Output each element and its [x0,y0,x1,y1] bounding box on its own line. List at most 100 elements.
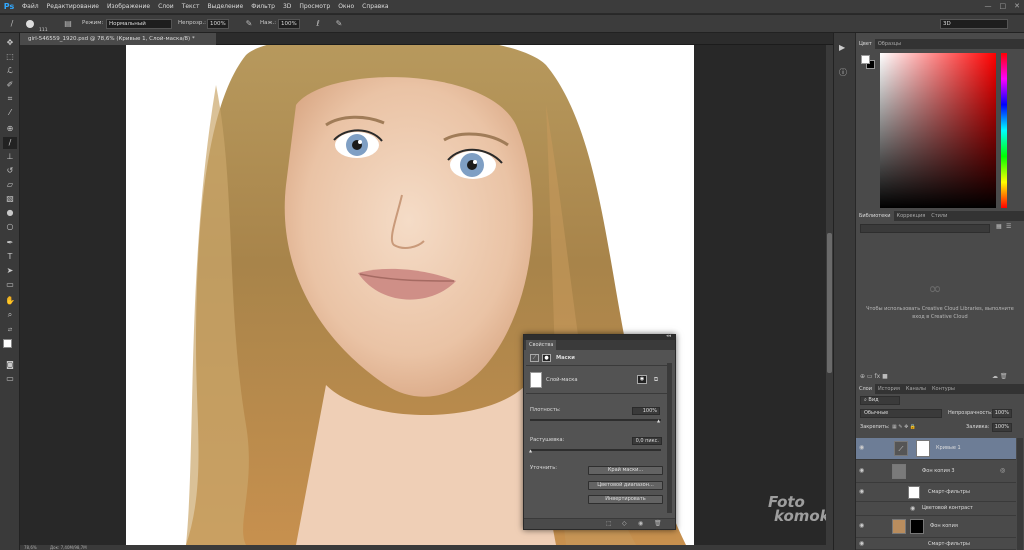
workspace-select[interactable]: 3D [940,19,1008,29]
menu-view[interactable]: Просмотр [295,0,334,14]
properties-scrollbar[interactable] [667,363,672,513]
mask-icon[interactable]: ● [542,354,551,362]
move-tool-icon[interactable]: ✥ [3,37,17,49]
invert-button[interactable]: Инвертировать [588,495,663,504]
vertical-scroll-thumb[interactable] [827,233,832,373]
document-tab[interactable]: girl-546559_1920.psd @ 78,6% (Кривые 1, … [20,33,216,45]
load-selection-icon[interactable]: ⬚ [606,520,612,527]
grid-view-icon[interactable]: ▦ [996,223,1002,230]
layer-background-copy[interactable]: ◉ Фон копия [856,516,1016,538]
menu-3d[interactable]: 3D [279,0,295,14]
quick-mask-icon[interactable]: ◙ [3,359,17,371]
visibility-icon[interactable]: ◉ [638,520,643,527]
layer-mask-thumb-2[interactable] [910,519,924,534]
minimize-icon[interactable]: — [985,2,992,10]
canvas-area[interactable]: ◂◂ Свойства ⟋ ● Маски Слой-маска ◉ ⧉ Пло… [20,45,826,545]
screen-mode-icon[interactable]: ▭ [3,373,17,385]
maximize-icon[interactable]: □ [1000,2,1007,10]
menu-filter[interactable]: Фильтр [247,0,279,14]
quick-select-tool-icon[interactable]: ✐ [3,79,17,91]
library-select[interactable] [860,224,990,233]
density-slider[interactable] [530,419,661,421]
tab-history[interactable]: История [875,384,903,394]
zoom-tool-icon[interactable]: ⌕ [3,309,17,321]
healing-tool-icon[interactable]: ⊕ [3,123,17,135]
foreground-color-swatch[interactable] [3,339,12,348]
fg-color-swatch[interactable] [861,55,870,64]
tab-adjustments[interactable]: Коррекция [894,211,929,221]
eye-icon[interactable]: ◉ [859,540,864,547]
filter-mask-thumb[interactable] [908,486,920,499]
vector-mask-icon[interactable]: ⧉ [651,375,661,384]
tab-channels[interactable]: Каналы [903,384,929,394]
path-select-tool-icon[interactable]: ➤ [3,265,17,277]
info-panel-icon[interactable]: ⓘ [839,67,847,78]
eyedropper-tool-icon[interactable]: ⁄ [3,107,17,119]
eye-icon[interactable]: ◉ [859,444,864,451]
switch-colors-icon[interactable]: ⇄ [3,324,17,336]
density-field[interactable]: 100% [632,407,660,415]
feather-slider-handle[interactable]: ▲ [529,448,532,453]
eye-icon[interactable]: ◉ [859,467,864,474]
brush-panel-icon[interactable]: ▤ [62,19,74,29]
opacity-field[interactable]: 100% [207,19,229,29]
collapse-icon[interactable]: ◂◂ [666,333,671,339]
menu-window[interactable]: Окно [334,0,358,14]
tab-layers[interactable]: Слои [856,384,875,394]
tab-properties[interactable]: Свойства [526,340,557,350]
hand-tool-icon[interactable]: ✋ [3,295,17,307]
color-field[interactable] [880,53,996,208]
mode-select[interactable]: Нормальный [106,19,172,29]
gradient-tool-icon[interactable]: ▧ [3,193,17,205]
menu-layers[interactable]: Слои [154,0,178,14]
brush-tool-icon-active[interactable]: / [3,137,17,149]
close-icon[interactable]: ✕ [1014,2,1020,10]
layer-background-copy-3[interactable]: ◉ Фон копия 3 ◎ [856,461,1016,483]
layer-curves-1[interactable]: ◉ ⟋ Кривые 1 [856,438,1016,460]
type-tool-icon[interactable]: T [3,251,17,263]
tab-color[interactable]: Цвет [856,39,875,49]
zoom-readout[interactable]: 78,6% [24,545,37,550]
layer-opacity-field[interactable]: 100% [992,409,1012,418]
tab-paths[interactable]: Контуры [929,384,958,394]
history-brush-tool-icon[interactable]: ↺ [3,165,17,177]
pen-tool-icon[interactable]: ✒ [3,237,17,249]
eye-icon[interactable]: ◉ [859,522,864,529]
eye-icon[interactable]: ◉ [859,488,864,495]
layer-mask-thumb[interactable] [916,440,930,457]
flow-field[interactable]: 100% [278,19,300,29]
pixel-mask-icon[interactable]: ◉ [637,375,647,384]
pressure-size-icon[interactable]: ✎ [334,19,344,29]
cloud-icon[interactable]: ☁ 🗑 [992,373,1008,380]
blend-mode-select[interactable]: Обычные [860,409,942,418]
marquee-tool-icon[interactable]: ⬚ [3,51,17,63]
list-view-icon[interactable]: ☰ [1006,223,1011,230]
smart-filters-row[interactable]: ◉ Смарт-фильтры [856,484,1016,502]
blur-tool-icon[interactable]: ● [3,207,17,219]
pressure-opacity-icon[interactable]: ✎ [244,19,254,29]
library-footer-icons[interactable]: ⊕ ▭ fx ■ [860,373,888,380]
stamp-tool-icon[interactable]: ⊥ [3,151,17,163]
tab-libraries[interactable]: Библиотеки [856,211,894,221]
brush-tool-icon[interactable]: / [6,19,18,29]
tab-styles[interactable]: Стили [928,211,950,221]
filter-color-contrast-row[interactable]: ◉ Цветовой контраст [856,502,1016,516]
adjustment-icon[interactable]: ⟋ [530,354,539,362]
eye-icon[interactable]: ◉ [910,505,915,512]
lock-icons[interactable]: ▦ ✎ ✥ 🔒 [892,424,916,431]
eraser-tool-icon[interactable]: ▱ [3,179,17,191]
fill-field[interactable]: 100% [992,423,1012,432]
menu-file[interactable]: Файл [18,0,43,14]
menu-edit[interactable]: Редактирование [43,0,103,14]
play-action-icon[interactable]: ▶ [839,43,845,52]
layer-filter-select[interactable]: ⌕ Вид [860,396,900,405]
crop-tool-icon[interactable]: ⌗ [3,93,17,105]
density-slider-handle[interactable]: ▲ [657,418,660,423]
feather-field[interactable]: 0,0 пикс. [632,437,662,445]
menu-select[interactable]: Выделение [203,0,247,14]
layers-scrollbar[interactable] [1017,438,1023,550]
shape-tool-icon[interactable]: ▭ [3,279,17,291]
menu-help[interactable]: Справка [358,0,392,14]
airbrush-icon[interactable]: ℓ [312,19,324,29]
brush-preset-picker[interactable] [22,19,38,29]
